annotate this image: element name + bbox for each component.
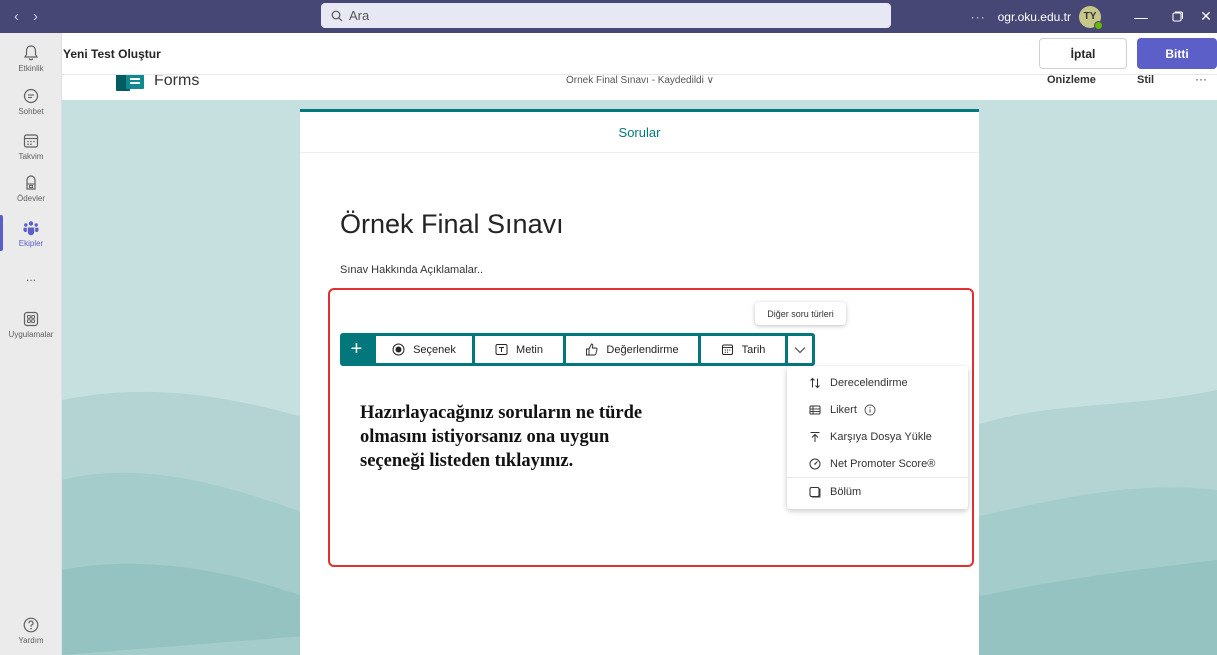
maximize-icon[interactable]: [1159, 9, 1195, 25]
text-icon: [495, 344, 508, 355]
upload-icon: [810, 431, 820, 442]
rail-item-calendar[interactable]: Takvim: [0, 131, 62, 161]
presence-available-icon: [1094, 20, 1103, 30]
forms-logo-icon: [116, 75, 144, 91]
gauge-icon: [809, 458, 821, 469]
rail-label: Etkinlik: [18, 64, 44, 73]
menu-item-net-promoter[interactable]: Net Promoter Score®: [787, 450, 968, 477]
app-rail: Etkinlik Sohbet Takvim Ödevler Ekipler .…: [0, 33, 62, 655]
info-icon[interactable]: [864, 404, 876, 416]
avatar[interactable]: TY: [1079, 5, 1103, 30]
choice-label: Seçenek: [413, 343, 456, 356]
rail-item-help[interactable]: Yardım: [0, 615, 62, 645]
preview-button[interactable]: Önizleme: [1047, 75, 1096, 86]
style-button[interactable]: Stil: [1137, 75, 1154, 86]
back-arrow-icon[interactable]: ‹: [14, 8, 19, 25]
forms-app-name: Forms: [154, 75, 200, 89]
search-icon: [331, 10, 343, 21]
calendar-icon: [721, 344, 733, 355]
thumbs-up-icon: [586, 343, 598, 356]
menu-item-file-upload[interactable]: Karşıya Dosya Yükle: [787, 423, 968, 450]
help-icon: [23, 617, 39, 633]
menu-item-label: Bölüm: [830, 485, 862, 498]
forward-arrow-icon[interactable]: ›: [33, 8, 38, 25]
form-description[interactable]: Sınav Hakkında Açıklamalar..: [340, 264, 483, 276]
date-label: Tarih: [741, 343, 766, 356]
more-question-types-tooltip: Diğer soru türleri: [755, 302, 846, 325]
instruction-line: olmasını istiyorsanız ona uygun: [360, 427, 610, 447]
rail-item-chat[interactable]: Sohbet: [0, 86, 62, 116]
menu-item-label: Karşıya Dosya Yükle: [830, 430, 932, 443]
tab-divider: [300, 152, 979, 153]
ranking-icon: [810, 377, 820, 388]
rail-label: Ekipler: [18, 239, 44, 248]
rating-label: Değerlendirme: [606, 343, 679, 356]
menu-item-label: Net Promoter Score®: [830, 457, 936, 470]
text-label: Metin: [516, 343, 543, 356]
rail-label: Sohbet: [18, 107, 44, 116]
radio-selected-icon: [392, 343, 405, 356]
document-title[interactable]: Örnek Final Sınavı - Kaydedildi ∨: [566, 75, 714, 86]
done-button[interactable]: Bitti: [1137, 38, 1217, 69]
rail-label: Yardım: [18, 636, 44, 645]
more-icon: ...: [25, 270, 36, 284]
calendar-icon: [23, 134, 39, 148]
more-question-types-button[interactable]: [788, 336, 812, 363]
app-header: Yeni Test Oluştur İptal Bitti: [62, 33, 1217, 75]
date-question-button[interactable]: Tarih: [701, 336, 785, 363]
search-placeholder: Ara: [349, 8, 370, 23]
minimize-icon[interactable]: —: [1123, 9, 1159, 25]
question-type-toolbar: + Seçenek Metin Değerlendirme Tarih: [340, 333, 815, 366]
rail-item-more[interactable]: ...: [0, 269, 62, 284]
likert-icon: [809, 405, 821, 414]
menu-item-ranking[interactable]: Derecelendirme: [787, 369, 968, 396]
nav-arrows: ‹ ›: [0, 8, 70, 25]
window-titlebar: ‹ › Ara ··· ogr.oku.edu.tr TY — ✕: [0, 0, 1217, 33]
close-icon[interactable]: ✕: [1195, 8, 1217, 25]
rail-item-activity[interactable]: Etkinlik: [0, 43, 62, 73]
form-title[interactable]: Örnek Final Sınavı: [340, 209, 564, 240]
rail-label: Ödevler: [16, 194, 45, 203]
menu-item-section[interactable]: Bölüm: [787, 478, 968, 505]
rating-question-button[interactable]: Değerlendirme: [566, 336, 698, 363]
search-input[interactable]: Ara: [321, 3, 891, 28]
instruction-text: Hazırlayacağınız soruların ne türde olma…: [360, 401, 760, 473]
org-name: ogr.oku.edu.tr: [997, 9, 1071, 24]
settings-more-icon[interactable]: ···: [971, 10, 986, 24]
section-icon: [809, 486, 821, 497]
forms-header: Forms Örnek Final Sınavı - Kaydedildi ∨ …: [62, 75, 1217, 100]
rail-item-apps[interactable]: Uygulamalar: [0, 309, 62, 339]
menu-item-label: Likert: [830, 403, 857, 416]
titlebar-right: ··· ogr.oku.edu.tr TY — ✕: [971, 0, 1217, 33]
chevron-down-icon: [794, 346, 806, 353]
text-question-button[interactable]: Metin: [475, 336, 563, 363]
rail-item-teams[interactable]: Ekipler: [0, 218, 62, 248]
instruction-line: Hazırlayacağınız soruların ne türde: [360, 403, 643, 423]
menu-item-likert[interactable]: Likert: [787, 396, 968, 423]
chat-icon: [23, 88, 39, 104]
apps-icon: [23, 311, 39, 327]
forms-more-icon[interactable]: ···: [1195, 75, 1207, 86]
rail-label: Uygulamalar: [8, 330, 54, 339]
more-question-types-menu: Derecelendirme Likert Karşıya Dosya Yükl…: [787, 366, 968, 509]
cancel-button[interactable]: İptal: [1039, 38, 1127, 69]
assignments-icon: [26, 175, 36, 190]
choice-question-button[interactable]: Seçenek: [376, 336, 472, 363]
avatar-initials: TY: [1083, 11, 1097, 22]
add-question-icon[interactable]: +: [340, 333, 373, 366]
menu-item-label: Derecelendirme: [830, 376, 908, 389]
bell-icon: [23, 45, 39, 61]
tab-questions[interactable]: Sorular: [300, 125, 979, 140]
rail-label: Takvim: [18, 152, 44, 161]
page-title: Yeni Test Oluştur: [63, 47, 161, 61]
rail-item-assignments[interactable]: Ödevler: [0, 173, 62, 203]
instruction-line: seçeneği listeden tıklayınız.: [360, 451, 574, 471]
teams-icon: [23, 221, 39, 236]
